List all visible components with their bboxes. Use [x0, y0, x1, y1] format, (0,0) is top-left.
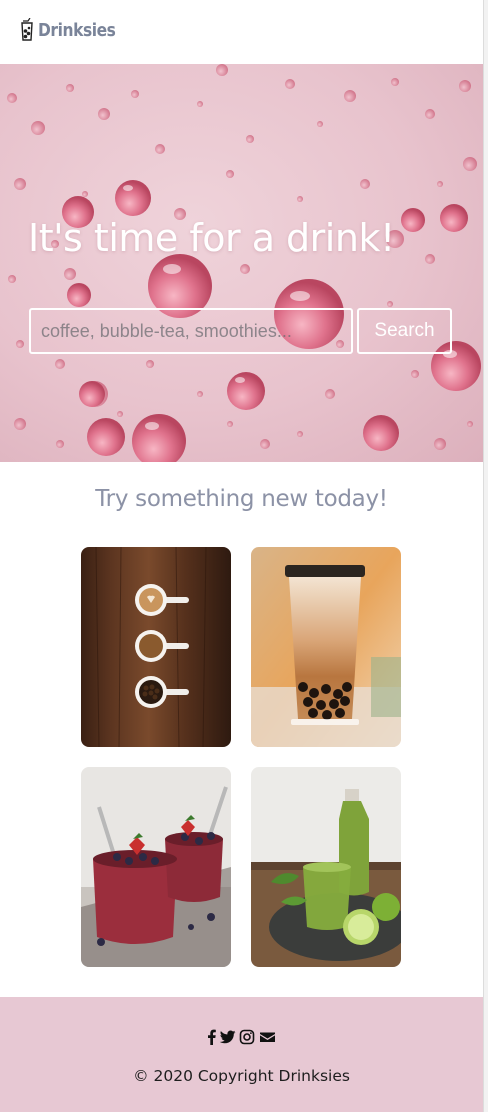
- window-edge: [483, 0, 488, 1112]
- bubble-tea-tile[interactable]: [251, 547, 401, 747]
- footer: © 2020 Copyright Drinksies: [0, 997, 483, 1112]
- bubbles-background-image: [7, 64, 481, 462]
- search-button[interactable]: Search: [357, 308, 452, 354]
- hero-banner: It's time for a drink! Search: [0, 64, 483, 462]
- coffee-cups-image: [81, 547, 231, 747]
- copyright-text: © 2020 Copyright Drinksies: [133, 1067, 350, 1085]
- facebook-icon[interactable]: [207, 1029, 216, 1045]
- brand-name: Drinksies: [38, 20, 116, 41]
- berry-smoothie-image: [81, 767, 231, 967]
- brand-link[interactable]: Drinksies: [20, 18, 128, 42]
- envelope-icon[interactable]: [259, 1029, 276, 1045]
- hero-title: It's time for a drink!: [28, 216, 395, 260]
- navbar: Drinksies: [0, 0, 483, 64]
- berry-smoothie-tile[interactable]: [81, 767, 231, 967]
- green-smoothie-image: [251, 767, 401, 967]
- coffee-tile[interactable]: [81, 547, 231, 747]
- bubble-tea-image: [251, 547, 401, 747]
- page: Drinksies It's time for a drink! coffee,…: [0, 0, 483, 1112]
- social-links: [0, 1029, 483, 1045]
- search-input[interactable]: [29, 308, 353, 354]
- green-smoothie-tile[interactable]: [251, 767, 401, 967]
- section-title: Try something new today!: [95, 486, 388, 512]
- drink-cup-icon: [21, 18, 33, 41]
- twitter-icon[interactable]: [219, 1029, 236, 1045]
- instagram-icon[interactable]: [239, 1029, 256, 1045]
